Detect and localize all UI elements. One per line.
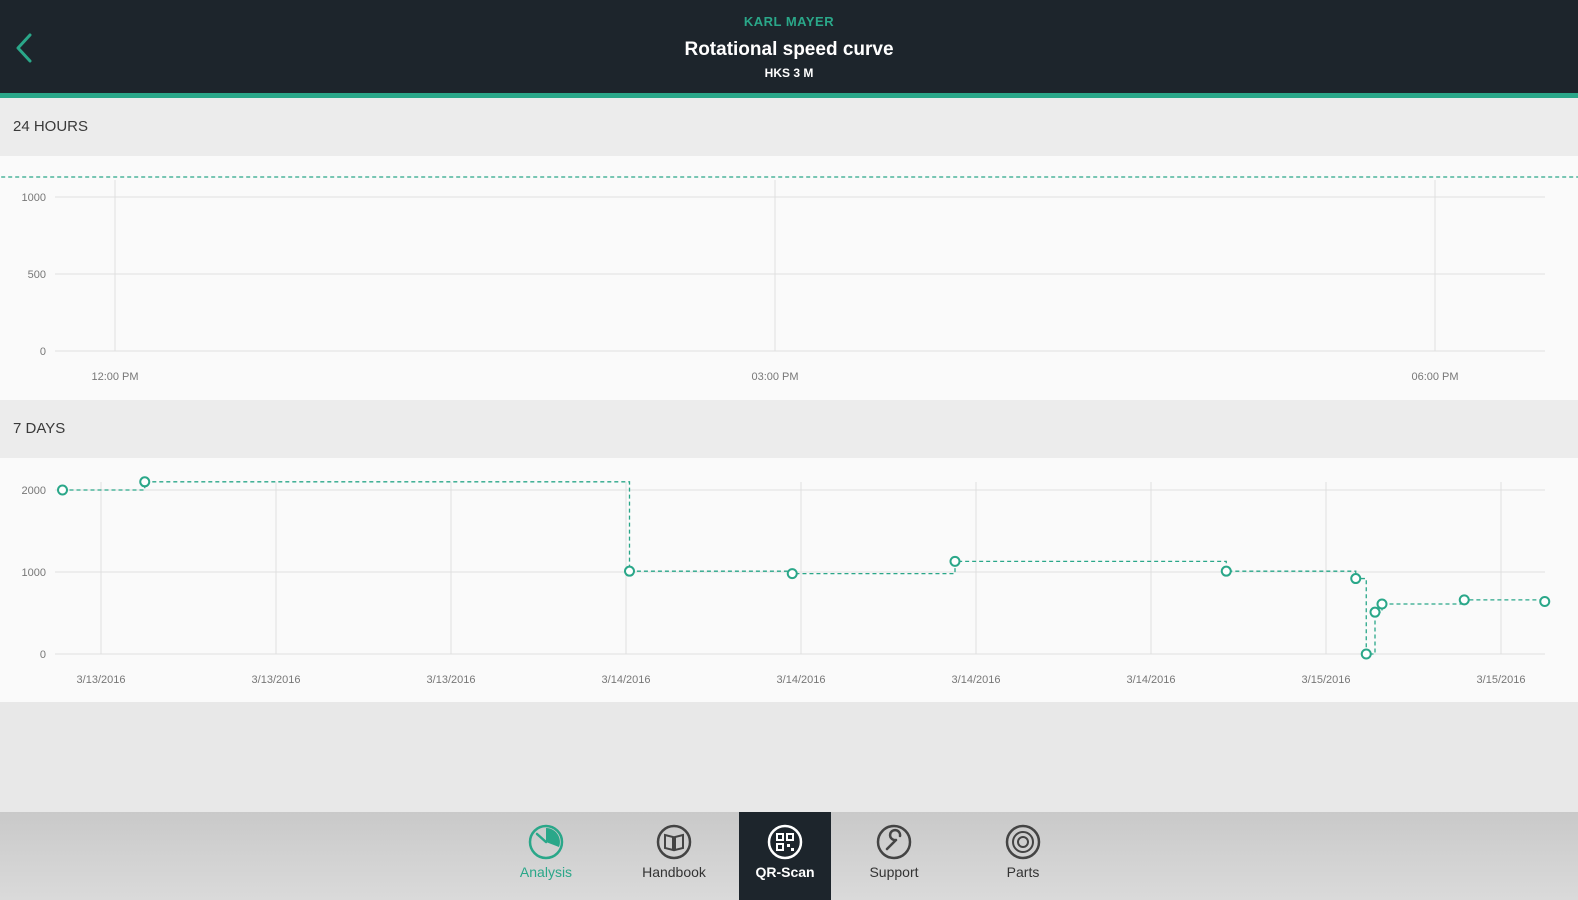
data-point bbox=[1350, 573, 1362, 585]
empty-area bbox=[0, 702, 1578, 812]
y-tick-label: 500 bbox=[28, 269, 46, 281]
section-label-7-days: 7 DAYS bbox=[13, 420, 66, 437]
nav-handbook[interactable]: Handbook bbox=[628, 812, 720, 900]
x-tick-label: 3/14/2016 bbox=[602, 674, 651, 686]
x-tick-label: 3/14/2016 bbox=[1127, 674, 1176, 686]
data-point bbox=[1360, 648, 1372, 660]
x-tick-label: 3/13/2016 bbox=[252, 674, 301, 686]
x-tick-label: 3/15/2016 bbox=[1302, 674, 1351, 686]
x-tick-label: 3/14/2016 bbox=[777, 674, 826, 686]
y-tick-label: 1000 bbox=[22, 567, 46, 579]
nav-analysis-label: Analysis bbox=[519, 864, 573, 880]
data-point bbox=[786, 568, 798, 580]
x-tick-label: 03:00 PM bbox=[751, 371, 798, 383]
series-step-line bbox=[0, 176, 1578, 178]
chart-24-hours: 0500100012:00 PM03:00 PM06:00 PM09:00 PM… bbox=[0, 156, 1578, 400]
nav-analysis[interactable]: Analysis bbox=[500, 812, 592, 900]
y-tick-label: 1000 bbox=[22, 192, 46, 204]
chart-24-hours-svg: 0500100012:00 PM03:00 PM06:00 PM09:00 PM… bbox=[0, 176, 1578, 383]
data-point bbox=[624, 565, 635, 577]
x-tick-label: 3/13/2016 bbox=[77, 674, 126, 686]
x-tick-label: 3/14/2016 bbox=[952, 674, 1001, 686]
nav-qr-scan-label: QR-Scan bbox=[755, 864, 815, 880]
x-tick-label: 06:00 PM bbox=[1411, 371, 1458, 383]
brand-label: KARL MAYER bbox=[743, 14, 835, 29]
section-label-24-hours: 24 HOURS bbox=[13, 118, 89, 135]
book-icon bbox=[656, 824, 692, 860]
qr-code-icon bbox=[767, 824, 803, 860]
bottom-navigation: Analysis Handbook QR-Scan Support Parts bbox=[0, 812, 1578, 900]
data-point bbox=[1376, 598, 1388, 610]
x-tick-label: 12:00 PM bbox=[91, 371, 138, 383]
nav-support-label: Support bbox=[869, 864, 919, 880]
nav-qr-scan[interactable]: QR-Scan bbox=[739, 812, 831, 900]
data-point bbox=[1539, 596, 1551, 608]
section-header-7-days: 7 DAYS bbox=[0, 400, 1578, 458]
data-point bbox=[1220, 565, 1232, 577]
y-tick-label: 2000 bbox=[22, 485, 46, 497]
data-point bbox=[1458, 594, 1470, 606]
parts-icon bbox=[1005, 824, 1041, 860]
machine-subtitle: HKS 3 M bbox=[764, 66, 814, 80]
data-point bbox=[57, 484, 68, 496]
x-tick-label: 3/13/2016 bbox=[427, 674, 476, 686]
y-tick-label: 0 bbox=[40, 346, 46, 358]
gauge-icon bbox=[528, 824, 564, 860]
nav-parts-label: Parts bbox=[1006, 864, 1040, 880]
wrench-icon bbox=[876, 824, 912, 860]
data-point bbox=[139, 476, 151, 488]
page-title: Rotational speed curve bbox=[684, 39, 894, 60]
chart-7-days: 0 1000 2000 3/13/2016 3/13/2016 3/13/2016 3/14… bbox=[0, 458, 1578, 702]
app-header: KARL MAYER Rotational speed curve HKS 3 … bbox=[0, 0, 1578, 98]
data-point bbox=[949, 555, 961, 567]
series-step-line bbox=[62, 481, 1546, 655]
nav-parts[interactable]: Parts bbox=[977, 812, 1069, 900]
section-header-24-hours: 24 HOURS bbox=[0, 98, 1578, 156]
data-point bbox=[1369, 606, 1381, 618]
nav-support[interactable]: Support bbox=[848, 812, 940, 900]
nav-handbook-label: Handbook bbox=[642, 864, 706, 880]
y-tick-label: 0 bbox=[40, 649, 46, 661]
chart-7-days-svg: 0 1000 2000 3/13/2016 3/13/2016 3/13/2016 3/14… bbox=[22, 476, 1551, 686]
x-tick-label: 3/15/2016 bbox=[1477, 674, 1526, 686]
